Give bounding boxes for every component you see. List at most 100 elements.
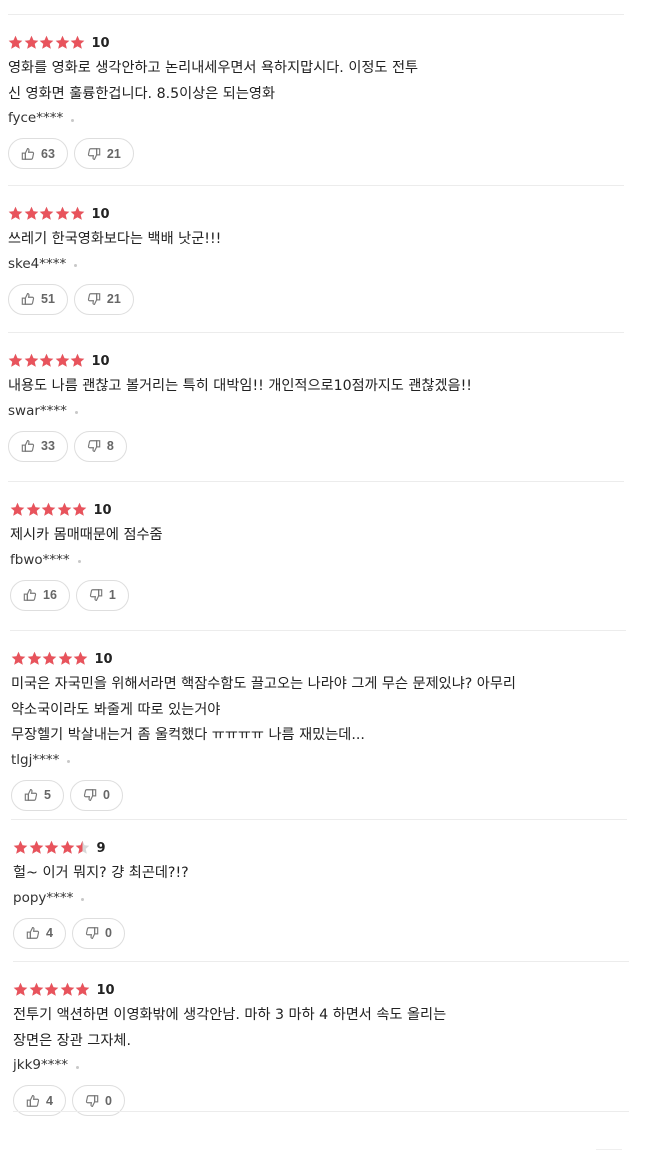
review-text: 전투기 액션하면 이영화밖에 생각안남. 마하 3 마하 4 하면서 속도 올리… <box>13 1007 447 1049</box>
thumbs-up-icon <box>21 292 41 306</box>
dislike-count: 1 <box>108 588 116 602</box>
review-item: 10 미국은 자국민을 위해서라면 핵잠수함도 끌고오는 나라야 그게 무슨 문… <box>11 631 627 820</box>
like-count: 51 <box>41 292 55 306</box>
star-icon <box>55 206 71 222</box>
thumbs-down-icon <box>89 588 109 602</box>
author-row: fbwo**** <box>10 549 626 571</box>
like-count: 4 <box>46 1093 53 1108</box>
star-icon <box>39 35 55 51</box>
star-icon <box>29 982 45 998</box>
dislike-button[interactable]: 0 <box>71 917 125 949</box>
dislike-count: 21 <box>106 146 121 161</box>
star-icon <box>8 206 24 222</box>
star-icon <box>42 651 58 667</box>
thumbs-up-icon <box>24 788 44 802</box>
like-count: 33 <box>41 439 55 453</box>
star-icon <box>27 651 43 667</box>
thumbs-down-icon <box>85 1094 105 1108</box>
review-item: 10 내용도 나름 괜찮고 볼거리는 특히 대박임!! 개인적으로10점까지도 … <box>8 333 624 482</box>
vote-buttons: 4 0 <box>13 917 629 949</box>
separator-dot <box>75 1065 79 1069</box>
review-item: 10 영화를 영화로 생각안하고 논리내세우면서 욕하지맙시다. 이정도 전투 … <box>8 15 624 186</box>
author-row: popy**** <box>13 887 629 909</box>
separator-dot <box>74 264 78 267</box>
star-icon <box>29 840 45 856</box>
rating-score: 9 <box>96 840 106 856</box>
like-button[interactable]: 5 <box>11 779 64 811</box>
dislike-button[interactable]: 21 <box>73 283 134 315</box>
rating-score: 10 <box>91 35 110 51</box>
star-rating <box>8 353 86 369</box>
star-rating <box>13 840 91 856</box>
star-rating <box>11 651 89 667</box>
star-icon <box>13 982 29 998</box>
star-icon <box>60 840 76 856</box>
author-id: fyce**** <box>8 110 64 126</box>
dislike-count: 0 <box>104 926 112 940</box>
review-list-page: 10 영화를 영화로 생각안하고 논리내세우면서 욕하지맙시다. 이정도 전투 … <box>0 0 651 1174</box>
star-icon <box>39 353 55 369</box>
star-icon <box>73 651 89 667</box>
star-icon <box>26 502 42 518</box>
star-icon <box>13 840 29 856</box>
thumbs-down-icon <box>87 147 107 161</box>
rating-row: 10 <box>10 499 626 521</box>
author-id: jkk9**** <box>13 1057 68 1073</box>
thumbs-up-icon <box>23 588 43 602</box>
star-icon <box>24 353 40 369</box>
star-icon <box>8 353 24 369</box>
thumbs-up-icon <box>26 926 46 940</box>
separator-dot <box>77 560 81 563</box>
vote-buttons: 5 0 <box>11 779 627 811</box>
star-icon <box>70 353 86 369</box>
rating-row: 9 <box>13 837 629 859</box>
dislike-count: 0 <box>102 788 110 802</box>
star-icon <box>72 502 88 518</box>
dislike-button[interactable]: 8 <box>73 430 127 462</box>
rating-row: 10 <box>13 979 629 1001</box>
dislike-button[interactable]: 21 <box>73 138 134 169</box>
star-icon <box>44 840 60 856</box>
thumbs-up-icon <box>26 1094 46 1108</box>
rating-score: 10 <box>96 982 115 998</box>
author-row: tlgj**** <box>11 749 627 771</box>
thumbs-down-icon <box>83 788 103 802</box>
review-text: 내용도 나름 괜찮고 볼거리는 특히 대박임!! 개인적으로10점까지도 괜찮겠… <box>8 378 472 394</box>
rating-score: 10 <box>94 651 113 667</box>
star-rating <box>8 206 86 222</box>
dislike-button[interactable]: 1 <box>75 579 129 611</box>
dislike-count: 8 <box>106 439 114 453</box>
star-icon <box>75 840 91 856</box>
star-icon <box>75 982 91 998</box>
star-icon <box>8 35 24 51</box>
like-button[interactable]: 16 <box>10 579 70 611</box>
star-icon <box>10 502 26 518</box>
thumbs-down-icon <box>87 292 107 306</box>
separator-dot <box>67 760 71 763</box>
rating-row: 10 <box>8 32 624 54</box>
review-item: 10 전투기 액션하면 이영화밖에 생각안남. 마하 3 마하 4 하면서 속도… <box>13 962 629 1116</box>
like-button[interactable]: 63 <box>8 138 68 169</box>
dislike-button[interactable]: 0 <box>69 779 123 811</box>
star-rating <box>10 502 88 518</box>
author-id: popy**** <box>13 889 74 906</box>
review-text: 미국은 자국민을 위해서라면 핵잠수함도 끌고오는 나라야 그게 무슨 문제있냐… <box>11 676 516 743</box>
like-button[interactable]: 33 <box>8 430 68 462</box>
star-icon <box>60 982 76 998</box>
author-row: ske4**** <box>8 253 624 275</box>
star-icon <box>57 502 73 518</box>
review-text: 영화를 영화로 생각안하고 논리내세우면서 욕하지맙시다. 이정도 전투 신 영… <box>8 60 419 102</box>
vote-buttons: 51 21 <box>8 283 624 315</box>
star-icon <box>11 651 27 667</box>
author-id: fbwo**** <box>10 551 70 568</box>
like-button[interactable]: 4 <box>13 917 66 949</box>
author-row: fyce**** <box>8 107 624 129</box>
separator-dot <box>74 411 78 414</box>
star-icon <box>70 206 86 222</box>
like-button[interactable]: 51 <box>8 283 68 315</box>
review-item: 10 쓰레기 한국영화보다는 백배 낫군!!! ske4**** 51 21 <box>8 186 624 333</box>
author-id: swar**** <box>8 402 67 419</box>
rating-row: 10 <box>11 648 627 670</box>
rating-score: 10 <box>93 502 112 518</box>
author-row: swar**** <box>8 400 624 422</box>
